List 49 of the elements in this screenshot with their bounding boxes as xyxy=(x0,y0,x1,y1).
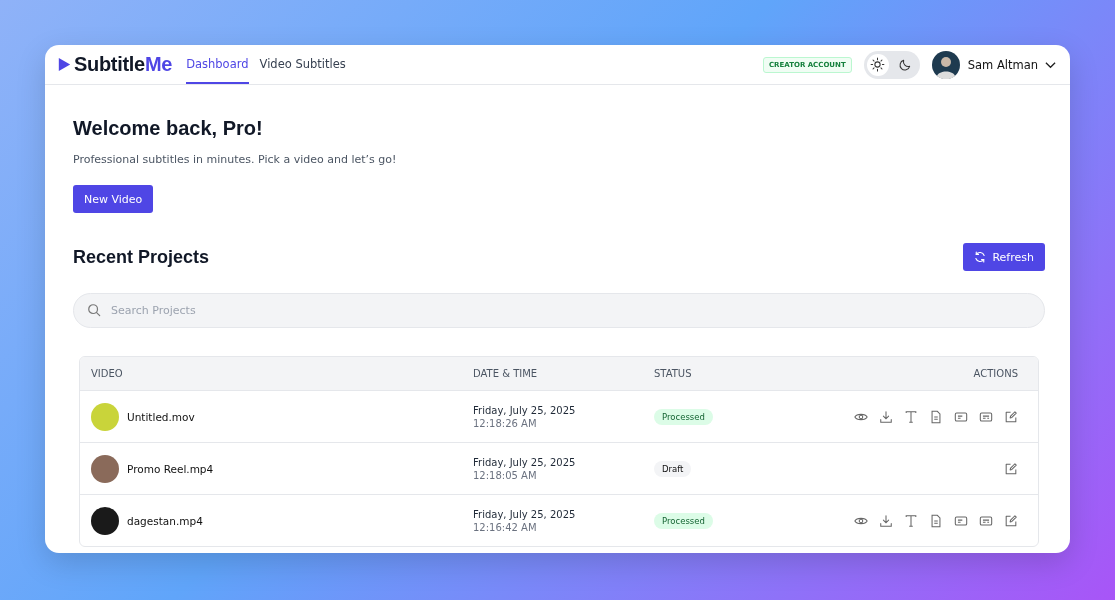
document-icon[interactable] xyxy=(929,409,943,424)
date-text: Friday, July 25, 2025 xyxy=(473,508,577,520)
time-text: 12:18:26 AM xyxy=(473,417,538,429)
text-icon[interactable] xyxy=(904,513,918,528)
text-icon[interactable] xyxy=(904,409,918,424)
search-icon xyxy=(87,303,101,317)
time-text: 12:18:05 AM xyxy=(473,469,538,481)
column-header: STATUS xyxy=(654,368,693,379)
user-menu[interactable]: Sam Altman xyxy=(967,57,1056,72)
subtitle-icon[interactable] xyxy=(979,513,993,528)
avatar-icon xyxy=(931,50,960,79)
nav-tab[interactable]: Video Subtitles xyxy=(259,45,346,84)
time-text: 12:16:42 AM xyxy=(473,521,538,533)
status-badge: Draft xyxy=(654,460,692,477)
column-header: ACTIONS xyxy=(972,368,1018,379)
video-thumbnail xyxy=(91,402,119,431)
refresh-icon xyxy=(974,251,987,263)
column-header: VIDEO xyxy=(91,368,124,379)
section-heading: Recent Projects xyxy=(73,246,210,268)
sun-icon xyxy=(870,57,886,72)
date-text: Friday, July 25, 2025 xyxy=(473,404,577,416)
search-field[interactable]: Search Projects xyxy=(73,293,1045,328)
refresh-button[interactable]: Refresh xyxy=(963,243,1045,271)
document-icon[interactable] xyxy=(929,513,943,528)
welcome-text: Professional subtitles in minutes. Pick a video and let’s go! xyxy=(73,153,398,166)
welcome-heading: Welcome back, Pro! xyxy=(73,117,264,140)
video-name: dagestan.mp4 xyxy=(127,514,203,527)
play-icon xyxy=(58,57,71,72)
sun-button[interactable] xyxy=(866,53,889,76)
video-name: Promo Reel.mp4 xyxy=(127,462,214,475)
column-header: DATE & TIME xyxy=(473,368,539,379)
caption-icon[interactable] xyxy=(954,513,968,528)
edit-icon[interactable] xyxy=(1004,409,1018,424)
download-icon[interactable] xyxy=(879,513,893,528)
status-badge: Processed xyxy=(654,408,713,425)
edit-icon[interactable] xyxy=(1004,513,1018,528)
edit-icon[interactable] xyxy=(1004,461,1018,476)
new-video-button[interactable]: New Video xyxy=(73,185,154,213)
video-name: Untitled.mov xyxy=(127,410,195,423)
video-thumbnail xyxy=(91,454,119,483)
subtitle-icon[interactable] xyxy=(979,409,993,424)
download-icon[interactable] xyxy=(879,409,893,424)
status-badge: Processed xyxy=(654,512,713,529)
caption-icon[interactable] xyxy=(954,409,968,424)
chevron-down-icon xyxy=(1045,60,1056,69)
date-text: Friday, July 25, 2025 xyxy=(473,456,577,468)
logo-text: SubtitleMe xyxy=(74,53,173,76)
nav-tab[interactable]: Dashboard xyxy=(186,45,249,84)
video-thumbnail xyxy=(91,506,119,535)
